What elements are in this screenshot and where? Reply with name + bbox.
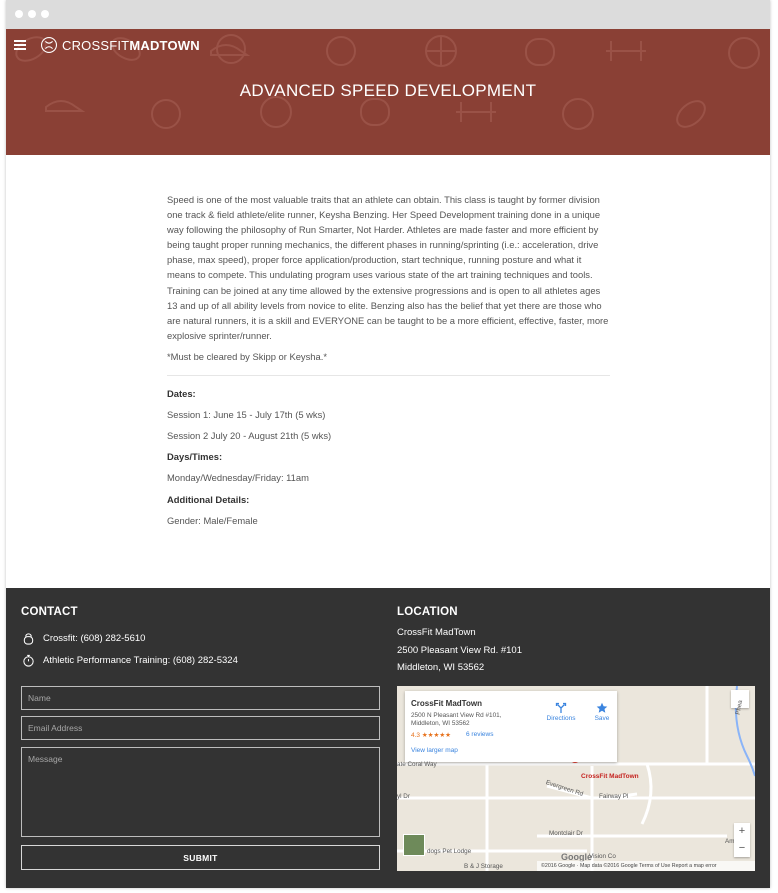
- directions-button[interactable]: Directions: [541, 702, 581, 722]
- zoom-in-button[interactable]: +: [734, 823, 750, 840]
- message-field[interactable]: [21, 747, 380, 837]
- hero-banner: CROSSFITMADTOWN ADVANCED SPEED DEVELOPME…: [6, 29, 770, 155]
- directions-icon: [555, 702, 567, 713]
- additional-details-label: Additional Details:: [167, 493, 250, 505]
- street-label-coral: ate Coral Way: [397, 761, 437, 768]
- map-card-address: 2500 N Pleasant View Rd #101, Middleton,…: [411, 712, 502, 727]
- class-description: Speed is one of the most valuable traits…: [167, 192, 610, 534]
- apt-phone[interactable]: Athletic Performance Training: (608) 282…: [22, 654, 238, 667]
- embedded-map[interactable]: CrossFit MadTown 2500 N Pleasant View Rd…: [397, 686, 755, 871]
- site-logo[interactable]: CROSSFITMADTOWN: [40, 36, 200, 54]
- kettlebell-icon: [23, 633, 34, 645]
- browser-window: CROSSFITMADTOWN ADVANCED SPEED DEVELOPME…: [6, 0, 770, 888]
- browser-chrome: [6, 0, 770, 29]
- star-icon: [596, 702, 608, 713]
- crossfit-phone-text: Crossfit: (608) 282-5610: [43, 633, 146, 644]
- address-name: CrossFit MadTown: [397, 627, 476, 638]
- crossfit-phone[interactable]: Crossfit: (608) 282-5610: [22, 632, 145, 645]
- dates-label: Dates:: [167, 388, 196, 400]
- poi-vision: Vision Co: [589, 853, 616, 860]
- submit-button[interactable]: SUBMIT: [21, 845, 380, 870]
- poi-pet-lodge: dogs Pet Lodge: [427, 848, 472, 855]
- map-pin-label: CrossFit MadTown: [581, 773, 639, 780]
- name-field[interactable]: [21, 686, 380, 710]
- zoom-out-button[interactable]: −: [734, 840, 750, 857]
- menu-icon[interactable]: [14, 40, 26, 50]
- directions-label: Directions: [546, 715, 576, 722]
- session-1: Session 1: June 15 - July 17th (5 wks): [167, 409, 326, 421]
- save-label: Save: [594, 715, 610, 722]
- map-info-card: CrossFit MadTown 2500 N Pleasant View Rd…: [405, 691, 617, 762]
- logo-text: CROSSFITMADTOWN: [62, 37, 200, 53]
- view-larger-map-link[interactable]: View larger map: [411, 747, 458, 754]
- address-line-2: Middleton, WI 53562: [397, 662, 485, 673]
- description-paragraph: Speed is one of the most valuable traits…: [167, 194, 609, 341]
- days-times-label: Days/Times:: [167, 451, 223, 463]
- street-view-thumbnail[interactable]: [403, 834, 425, 856]
- logo-mark-icon: [40, 36, 58, 54]
- poi-storage: B & J Storage: [464, 863, 503, 870]
- location-heading: LOCATION: [397, 606, 458, 618]
- street-label-montclair: Montclair Dr: [549, 830, 583, 837]
- gender-value: Gender: Male/Female: [167, 514, 258, 526]
- window-dot-close[interactable]: [15, 10, 23, 18]
- page-title: ADVANCED SPEED DEVELOPMENT: [239, 81, 537, 100]
- street-label-fairway: Fairway Pl: [599, 793, 629, 800]
- map-card-reviews-link[interactable]: 6 reviews: [466, 731, 493, 738]
- address-line-1: 2500 Pleasant View Rd. #101: [397, 645, 522, 656]
- days-times-value: Monday/Wednesday/Friday: 11am: [167, 472, 309, 484]
- stopwatch-icon: [23, 654, 34, 667]
- divider: [167, 375, 610, 377]
- map-card-rating: 4.3 ★★★★★: [411, 732, 451, 739]
- window-dot-maximize[interactable]: [41, 10, 49, 18]
- apt-phone-text: Athletic Performance Training: (608) 282…: [43, 655, 238, 666]
- window-controls: [15, 10, 49, 18]
- session-2: Session 2 July 20 - August 21th (5 wks): [167, 430, 332, 442]
- clearance-note: *Must be cleared by Skipp or Keysha.*: [167, 350, 327, 362]
- map-card-name: CrossFit MadTown: [411, 699, 482, 708]
- window-dot-minimize[interactable]: [28, 10, 36, 18]
- email-field[interactable]: [21, 716, 380, 740]
- map-attribution: ©2016 Google · Map data ©2016 Google Ter…: [537, 861, 755, 871]
- street-label-dr: yl Dr: [397, 793, 410, 800]
- site-footer: CONTACT Crossfit: (608) 282-5610 Athleti…: [6, 588, 770, 888]
- map-zoom-control: + −: [734, 823, 750, 857]
- contact-heading: CONTACT: [21, 606, 78, 618]
- save-button[interactable]: Save: [591, 702, 613, 722]
